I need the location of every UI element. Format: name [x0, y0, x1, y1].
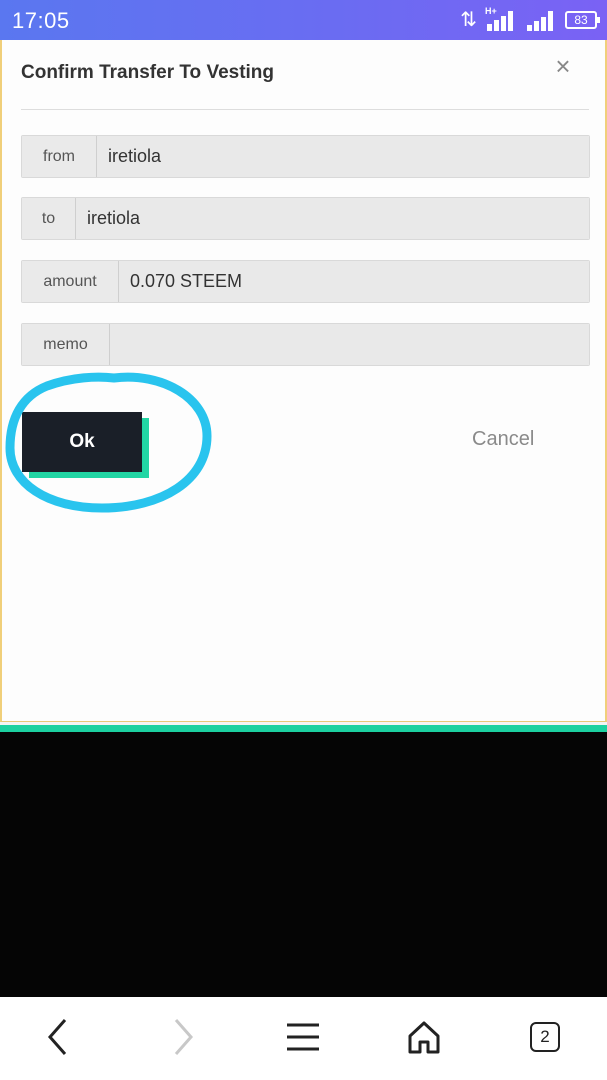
page-background	[0, 732, 607, 997]
memo-label: memo	[22, 324, 110, 365]
network-type-label: H+	[485, 6, 497, 16]
to-label: to	[22, 198, 76, 239]
from-field: from	[21, 135, 590, 178]
chevron-right-icon[interactable]	[163, 1017, 203, 1057]
status-bar: 17:05 ⇅ H+ 83	[0, 0, 607, 40]
to-input[interactable]	[76, 198, 589, 239]
from-input[interactable]	[97, 136, 589, 177]
status-icons: ⇅ H+ 83	[460, 6, 600, 32]
menu-icon[interactable]	[283, 1017, 323, 1057]
memo-field: memo	[21, 323, 590, 366]
cancel-button[interactable]: Cancel	[472, 428, 534, 451]
tabs-button[interactable]: 2	[525, 1017, 565, 1057]
signal-bars-icon	[527, 9, 557, 31]
close-icon[interactable]: ×	[551, 53, 575, 79]
from-label: from	[22, 136, 97, 177]
divider	[21, 109, 589, 110]
dialog-title: Confirm Transfer To Vesting	[21, 62, 275, 83]
amount-field: amount	[21, 260, 590, 303]
ok-button[interactable]: Ok	[22, 412, 142, 472]
status-time: 17:05	[12, 8, 70, 33]
data-arrows-icon: ⇅	[460, 9, 477, 31]
amount-label: amount	[22, 261, 119, 302]
tabs-count-icon: 2	[530, 1022, 560, 1052]
chevron-left-icon[interactable]	[38, 1017, 78, 1057]
battery-icon: 83	[565, 11, 600, 29]
memo-input[interactable]	[110, 324, 589, 365]
browser-nav-bar: 2	[0, 997, 607, 1080]
transfer-dialog: Confirm Transfer To Vesting × from to am…	[0, 40, 607, 722]
amount-input[interactable]	[119, 261, 589, 302]
to-field: to	[21, 197, 590, 240]
home-icon[interactable]	[404, 1017, 444, 1057]
page-accent-strip	[0, 722, 607, 732]
signal-bars-icon: H+	[485, 6, 519, 31]
